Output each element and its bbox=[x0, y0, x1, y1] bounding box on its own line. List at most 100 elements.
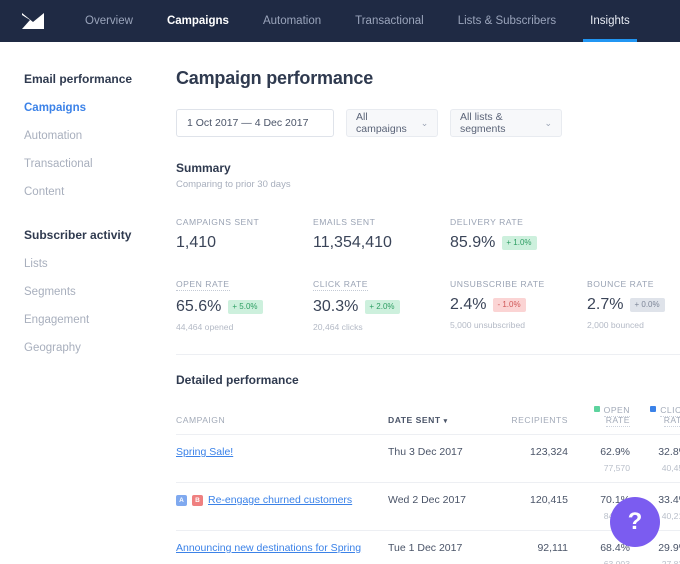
detailed-performance-heading: Detailed performance bbox=[176, 373, 299, 387]
lists-filter-value: All lists & segments bbox=[460, 111, 506, 135]
metric-value: 2.4% bbox=[450, 296, 487, 313]
sidebar-item-segments[interactable]: Segments bbox=[24, 286, 168, 298]
cell-recipients: 120,415 bbox=[530, 494, 568, 506]
metric-subtext: 5,000 unsubscribed bbox=[450, 320, 526, 330]
open-rate-value: 62.9% bbox=[600, 446, 630, 458]
chevron-down-icon: ⌄ bbox=[420, 117, 429, 128]
table-row: Spring Sale! Thu 3 Dec 2017 123,324 62.9… bbox=[176, 434, 680, 482]
metric-campaigns-sent: CAMPAIGNS SENT 1,410 bbox=[176, 212, 313, 252]
column-header-click-rate[interactable]: CLICK RATE bbox=[630, 405, 680, 427]
sidebar-item-automation[interactable]: Automation bbox=[24, 130, 168, 142]
column-header-campaign: CAMPAIGN bbox=[176, 415, 226, 425]
mail-logo-icon[interactable] bbox=[20, 11, 46, 31]
table-header-row: CAMPAIGN DATE SENT ▾ RECIPIENTS OPEN RATE… bbox=[176, 405, 680, 434]
ab-test-variant-a-icon: A bbox=[176, 494, 187, 506]
campaigns-filter-value: All campaigns bbox=[356, 111, 407, 135]
sidebar-item-lists[interactable]: Lists bbox=[24, 258, 168, 270]
cell-campaign: Announcing new destinations for Spring bbox=[176, 542, 388, 554]
metric-label: CAMPAIGNS SENT bbox=[176, 217, 260, 227]
sidebar-item-geography[interactable]: Geography bbox=[24, 342, 168, 354]
metric-value: 1,410 bbox=[176, 234, 217, 251]
column-header-date-sent-label: DATE SENT bbox=[388, 415, 441, 425]
metric-label: BOUNCE RATE bbox=[587, 279, 654, 289]
nav-item-lists-subscribers[interactable]: Lists & Subscribers bbox=[441, 0, 573, 42]
metric-value: 65.6% bbox=[176, 298, 222, 315]
filter-bar: 1 Oct 2017 — 4 Dec 2017 All campaigns ⌄ … bbox=[176, 109, 680, 137]
metric-subtext: 2,000 bounced bbox=[587, 320, 644, 330]
metric-label[interactable]: CLICK RATE bbox=[313, 279, 368, 291]
open-rate-count: 77,570 bbox=[603, 463, 630, 473]
table-row: Announcing new destinations for Spring T… bbox=[176, 530, 680, 564]
open-rate-legend-swatch-icon bbox=[593, 406, 600, 412]
metric-delta-badge: + 2.0% bbox=[365, 300, 400, 314]
campaign-link[interactable]: Spring Sale! bbox=[176, 446, 233, 458]
cell-date-sent: Thu 3 Dec 2017 bbox=[388, 446, 463, 458]
metric-emails-sent: EMAILS SENT 11,354,410 bbox=[313, 212, 450, 252]
date-range-value: 1 Oct 2017 — 4 Dec 2017 bbox=[187, 117, 309, 129]
metric-label: UNSUBSCRIBE RATE bbox=[450, 279, 545, 289]
metric-value-row: 2.4% - 1.0% bbox=[450, 296, 587, 314]
metric-delta-badge: + 5.0% bbox=[228, 300, 263, 314]
cell-recipients: 92,111 bbox=[537, 542, 568, 554]
metric-value: 30.3% bbox=[313, 298, 359, 315]
body-wrapper: Email performance Campaigns Automation T… bbox=[0, 42, 680, 564]
sidebar-item-transactional[interactable]: Transactional bbox=[24, 158, 168, 170]
sidebar-group-title-email-performance: Email performance bbox=[24, 72, 133, 86]
open-rate-count: 63,003 bbox=[603, 559, 630, 564]
summary-heading: Summary bbox=[176, 161, 231, 175]
metric-value-row: 85.9% + 1.0% bbox=[450, 234, 587, 252]
click-rate-value: 32.8% bbox=[658, 446, 680, 458]
metric-click-rate: CLICK RATE 30.3% + 2.0% 20,464 clicks bbox=[313, 274, 450, 332]
cell-campaign: Spring Sale! bbox=[176, 446, 388, 458]
chevron-down-icon: ⌄ bbox=[544, 117, 552, 128]
nav-item-insights[interactable]: Insights bbox=[573, 0, 647, 42]
nav-item-campaigns[interactable]: Campaigns bbox=[150, 0, 246, 42]
metric-value-row: 65.6% + 5.0% bbox=[176, 298, 313, 316]
question-mark-icon: ? bbox=[627, 508, 643, 535]
metric-delta-badge: + 0.0% bbox=[630, 298, 665, 312]
cell-open-rate: 68.4% 63,003 bbox=[568, 542, 630, 564]
sidebar-item-engagement[interactable]: Engagement bbox=[24, 314, 168, 326]
top-navigation-bar: Overview Campaigns Automation Transactio… bbox=[0, 0, 680, 42]
sidebar: Email performance Campaigns Automation T… bbox=[0, 42, 168, 564]
sidebar-group-title-subscriber-activity: Subscriber activity bbox=[24, 228, 132, 242]
metric-value-row: 11,354,410 bbox=[313, 234, 450, 252]
nav-item-automation[interactable]: Automation bbox=[246, 0, 338, 42]
nav-item-transactional[interactable]: Transactional bbox=[338, 0, 441, 42]
metric-value: 11,354,410 bbox=[313, 234, 392, 251]
open-rate-value: 68.4% bbox=[600, 542, 630, 554]
metric-label[interactable]: OPEN RATE bbox=[176, 279, 230, 291]
campaigns-filter-select[interactable]: All campaigns ⌄ bbox=[346, 109, 438, 137]
detailed-performance-table: CAMPAIGN DATE SENT ▾ RECIPIENTS OPEN RATE… bbox=[176, 405, 680, 564]
column-header-open-rate[interactable]: OPEN RATE bbox=[568, 405, 630, 427]
metric-delta-badge: + 1.0% bbox=[502, 236, 537, 250]
cell-recipients: 123,324 bbox=[530, 446, 568, 458]
sidebar-item-content[interactable]: Content bbox=[24, 186, 168, 198]
column-header-click-rate-label: CLICK RATE bbox=[660, 405, 680, 427]
cell-date-sent: Tue 1 Dec 2017 bbox=[388, 542, 463, 554]
ab-test-variant-b-icon: B bbox=[192, 494, 203, 506]
main-content: Campaign performance 1 Oct 2017 — 4 Dec … bbox=[168, 42, 680, 564]
summary-metrics-row-2: OPEN RATE 65.6% + 5.0% 44,464 opened CLI… bbox=[176, 274, 680, 332]
lists-filter-select[interactable]: All lists & segments ⌄ bbox=[450, 109, 562, 137]
metric-bounce-rate: BOUNCE RATE 2.7% + 0.0% 2,000 bounced bbox=[587, 274, 680, 332]
metric-label: EMAILS SENT bbox=[313, 217, 376, 227]
cell-campaign: A B Re-engage churned customers bbox=[176, 494, 388, 506]
nav-item-overview[interactable]: Overview bbox=[68, 0, 150, 42]
metric-value-row: 2.7% + 0.0% bbox=[587, 296, 680, 314]
page-title: Campaign performance bbox=[176, 68, 374, 88]
metric-value: 2.7% bbox=[587, 296, 624, 313]
column-header-date-sent[interactable]: DATE SENT ▾ bbox=[388, 415, 488, 425]
click-rate-legend-swatch-icon bbox=[650, 406, 657, 412]
metric-subtext: 44,464 opened bbox=[176, 322, 234, 332]
date-range-input[interactable]: 1 Oct 2017 — 4 Dec 2017 bbox=[176, 109, 334, 137]
summary-metrics-row-1: CAMPAIGNS SENT 1,410 EMAILS SENT 11,354,… bbox=[176, 212, 680, 252]
section-divider bbox=[176, 354, 680, 355]
metric-value-row: 30.3% + 2.0% bbox=[313, 298, 450, 316]
help-button[interactable]: ? bbox=[610, 497, 660, 547]
sidebar-item-campaigns[interactable]: Campaigns bbox=[24, 102, 168, 114]
metric-value: 85.9% bbox=[450, 234, 496, 251]
campaign-link[interactable]: Announcing new destinations for Spring bbox=[176, 542, 361, 554]
campaign-link[interactable]: Re-engage churned customers bbox=[208, 494, 352, 506]
column-header-open-rate-label: OPEN RATE bbox=[603, 405, 630, 427]
